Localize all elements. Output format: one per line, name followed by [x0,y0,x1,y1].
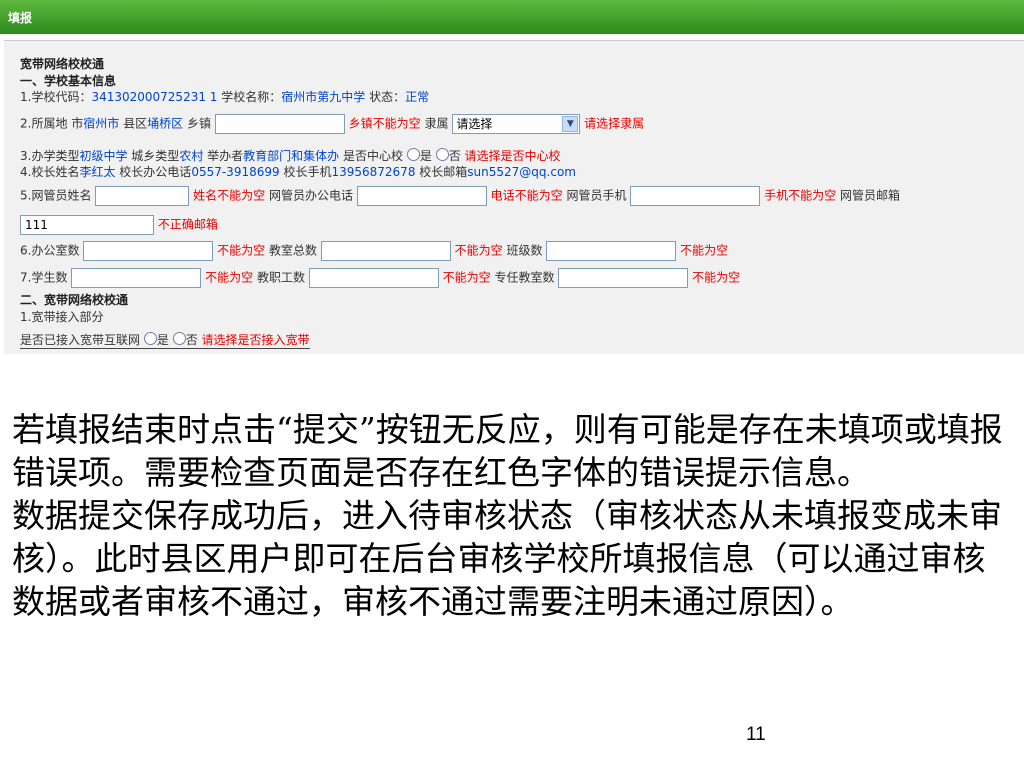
classroom-count-input[interactable] [320,241,451,261]
form-panel: 宽带网络校校通 一、学校基本信息 1.学校代码：341302000725231 … [4,40,1024,354]
location-label: 2.所属地 市 [20,116,84,131]
student-count-label: 7.学生数 [20,270,68,285]
email-value: sun5527@qq.com [467,165,576,179]
row-school-type: 3.办学类型初级中学 城乡类型农村 举办者教育部门和集体办 是否中心校 是 否 … [20,148,561,164]
admin-name-label: 5.网管员姓名 [20,188,92,203]
affiliation-label: 隶属 [424,116,449,131]
center-yes-label: 是 [419,149,432,163]
urban-label: 城乡类型 [131,149,180,163]
admin-email-input[interactable]: 111 [20,215,154,235]
admin-mobile-input[interactable] [630,186,761,206]
instruction-text: 若填报结束时点击“提交”按钮无反应，则有可能是存在未填项或填报错误项。需要检查页… [12,408,1012,623]
broadband-yes-radio[interactable] [143,332,157,345]
teaching-room-error: 不能为空 [692,270,741,285]
row-people: 7.学生数 不能为空 教职工数 不能为空 专任教室数 不能为空 [20,268,740,288]
admin-phone-input[interactable] [356,186,487,206]
class-count-label: 班级数 [506,243,543,258]
section-broadband: 二、宽带网络校校通 [20,293,129,307]
admin-mobile-label: 网管员手机 [566,188,627,203]
row-broadband-access: 是否已接入宽带互联网 是 否 请选择是否接入宽带 [20,332,310,349]
type-label: 3.办学类型 [20,149,80,163]
town-error: 乡镇不能为空 [348,116,421,131]
admin-email-label: 网管员邮箱 [839,188,900,203]
office-count-error: 不能为空 [217,243,266,258]
chevron-down-icon[interactable]: ▼ [562,116,579,132]
city-value: 宿州市 [83,116,120,131]
school-name: 宿州市第九中学 [281,90,366,104]
principal-value: 李红太 [79,165,116,179]
staff-count-error: 不能为空 [442,270,491,285]
broadband-yes-label: 是 [156,333,169,347]
teaching-room-input[interactable] [558,268,689,288]
principal-label: 4.校长姓名 [20,165,80,179]
type-value: 初级中学 [79,149,128,163]
county-label: 县区 [123,116,148,131]
center-no-label: 否 [448,149,461,163]
center-yes-radio[interactable] [406,148,420,161]
row-school-code: 1.学校代码：341302000725231 1 学校名称：宿州市第九中学 状态… [20,89,429,105]
instruction-paragraph-1: 若填报结束时点击“提交”按钮无反应，则有可能是存在未填项或填报错误项。需要检查页… [12,410,1003,492]
affiliation-select[interactable]: 请选择 ▼ [452,114,581,134]
broadband-error: 请选择是否接入宽带 [201,333,310,347]
name-label: 学校名称： [221,90,282,104]
urban-value: 农村 [179,149,204,163]
admin-email-error: 不正确邮箱 [157,217,218,232]
mobile-label: 校长手机 [283,165,332,179]
office-phone-value: 0557-3918699 [191,165,280,179]
student-count-input[interactable] [71,268,202,288]
classroom-count-error: 不能为空 [454,243,503,258]
status-value: 正常 [405,90,430,104]
broadband-no-radio[interactable] [172,332,186,345]
window-title: 填报 [8,11,33,25]
code-value: 341302000725231 1 [91,90,218,104]
row-location: 2.所属地 市宿州市 县区埇桥区 乡镇 乡镇不能为空 隶属 请选择 ▼ 请选择隶属 [20,114,644,134]
instruction-paragraph-2: 数据提交保存成功后，进入待审核状态（审核状态从未填报变成未审核）。此时县区用户即… [12,496,1002,621]
row-admin-email: 111 不正确邮箱 [20,215,218,235]
center-label: 是否中心校 [343,149,404,163]
office-phone-label: 校长办公电话 [119,165,192,179]
subsection-access: 1.宽带接入部分 [20,310,104,324]
screenshot-region: 填报 宽带网络校校通 一、学校基本信息 1.学校代码：3413020007252… [0,0,1024,354]
broadband-no-label: 否 [185,333,198,347]
student-count-error: 不能为空 [205,270,254,285]
status-label: 状态： [369,90,406,104]
page-number: 11 [746,724,766,745]
center-no-radio[interactable] [435,148,449,161]
mobile-value: 13956872678 [331,165,416,179]
code-label: 1.学校代码： [20,90,92,104]
admin-name-input[interactable] [95,186,190,206]
organizer-value: 教育部门和集体办 [243,149,340,163]
town-input[interactable] [214,114,345,134]
admin-phone-error: 电话不能为空 [490,188,563,203]
class-count-input[interactable] [546,241,677,261]
row-rooms: 6.办公室数 不能为空 教室总数 不能为空 班级数 不能为空 [20,241,728,261]
affiliation-error: 请选择隶属 [584,116,645,131]
row-principal: 4.校长姓名李红太 校长办公电话0557-3918699 校长手机1395687… [20,164,576,180]
office-count-label: 6.办公室数 [20,243,80,258]
teaching-room-label: 专任教室数 [494,270,555,285]
staff-count-input[interactable] [308,268,439,288]
admin-phone-label: 网管员办公电话 [268,188,353,203]
admin-name-error: 姓名不能为空 [193,188,266,203]
classroom-count-label: 教室总数 [268,243,317,258]
class-count-error: 不能为空 [680,243,729,258]
row-network-admin: 5.网管员姓名 姓名不能为空 网管员办公电话 电话不能为空 网管员手机 手机不能… [20,186,900,206]
organizer-label: 举办者 [207,149,244,163]
admin-mobile-error: 手机不能为空 [764,188,837,203]
center-error: 请选择是否中心校 [464,149,561,163]
email-label: 校长邮箱 [419,165,468,179]
broadband-label: 是否已接入宽带互联网 [20,333,141,347]
form-title: 宽带网络校校通 [20,57,105,71]
county-value: 埇桥区 [147,116,184,131]
staff-count-label: 教职工数 [256,270,305,285]
office-count-input[interactable] [83,241,214,261]
section-basic-info: 一、学校基本信息 [20,74,117,88]
town-label: 乡镇 [186,116,211,131]
window-title-bar: 填报 [0,0,1024,34]
